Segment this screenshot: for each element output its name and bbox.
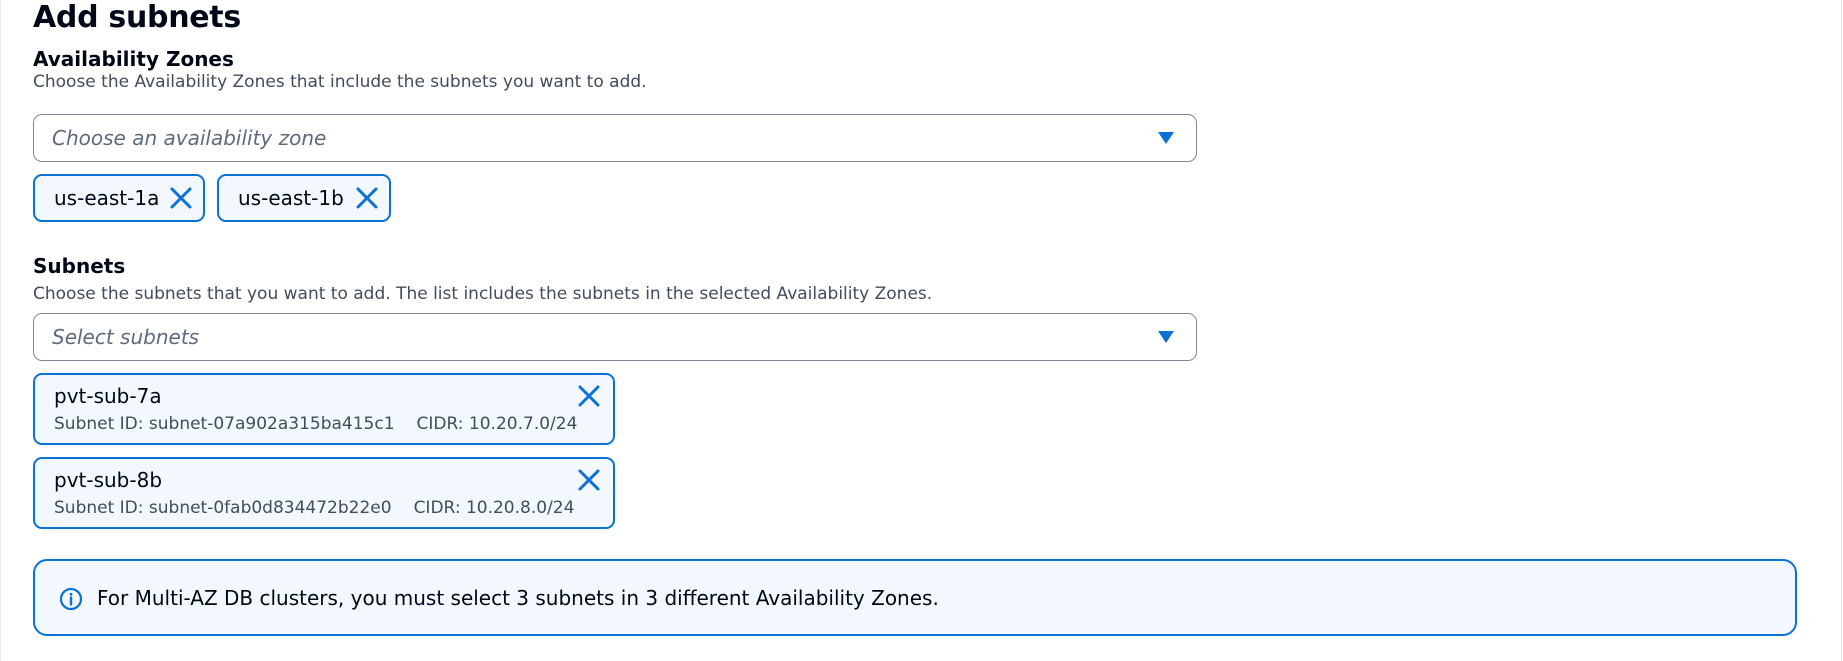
remove-subnet-pvt-sub-7a-icon[interactable]	[577, 384, 601, 408]
subnet-details: Subnet ID: subnet-0fab0d834472b22e0 CIDR:…	[54, 497, 574, 519]
subnets-placeholder: Select subnets	[52, 325, 200, 349]
caret-down-icon	[1158, 132, 1174, 144]
subnets-select[interactable]: Select subnets	[33, 313, 1197, 361]
remove-subnet-pvt-sub-8b-icon[interactable]	[577, 468, 601, 492]
subnets-description: Choose the subnets that you want to add.…	[33, 284, 933, 304]
info-icon	[59, 587, 83, 611]
availability-zones-description: Choose the Availability Zones that inclu…	[33, 72, 647, 92]
availability-zone-select[interactable]: Choose an availability zone	[33, 114, 1197, 162]
subnet-name: pvt-sub-8b	[54, 468, 163, 492]
subnet-token-pvt-sub-7a: pvt-sub-7a Subnet ID: subnet-07a902a315b…	[33, 373, 615, 445]
subnet-cidr: CIDR: 10.20.7.0/24	[416, 414, 578, 434]
caret-down-icon	[1158, 331, 1174, 343]
subnet-name: pvt-sub-7a	[54, 384, 162, 408]
subnet-details: Subnet ID: subnet-07a902a315ba415c1 CIDR:…	[54, 413, 577, 435]
az-token-label: us-east-1a	[54, 186, 160, 210]
alert-text: For Multi-AZ DB clusters, you must selec…	[97, 586, 939, 610]
subnets-label: Subnets	[33, 254, 126, 278]
subnet-token-pvt-sub-8b: pvt-sub-8b Subnet ID: subnet-0fab0d83447…	[33, 457, 615, 529]
az-token-us-east-1a: us-east-1a	[33, 174, 205, 222]
availability-zone-placeholder: Choose an availability zone	[52, 126, 327, 150]
remove-az-us-east-1b-icon[interactable]	[355, 186, 379, 210]
subnet-cidr: CIDR: 10.20.8.0/24	[413, 498, 575, 518]
remove-az-us-east-1a-icon[interactable]	[169, 186, 193, 210]
subnet-id: Subnet ID: subnet-07a902a315ba415c1	[54, 414, 395, 434]
info-alert: For Multi-AZ DB clusters, you must selec…	[33, 559, 1797, 636]
add-subnets-panel: Add subnets Availability Zones Choose th…	[0, 0, 1842, 661]
az-token-us-east-1b: us-east-1b	[217, 174, 391, 222]
az-token-label: us-east-1b	[238, 186, 344, 210]
page-title: Add subnets	[33, 0, 241, 35]
subnet-id: Subnet ID: subnet-0fab0d834472b22e0	[54, 498, 392, 518]
availability-zones-label: Availability Zones	[33, 47, 234, 71]
